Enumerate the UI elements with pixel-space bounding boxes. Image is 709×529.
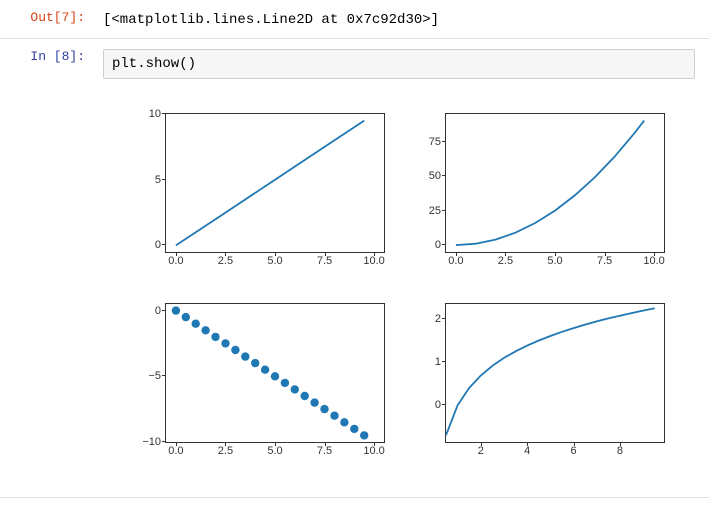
scatter-point	[221, 339, 229, 347]
y-tick-label: 25	[429, 205, 446, 217]
x-tick-label: 10.0	[643, 252, 664, 267]
scatter-point	[310, 398, 318, 406]
output-body: [<matplotlib.lines.Line2D at 0x7c92d30>]	[95, 6, 709, 32]
plot-canvas	[166, 304, 384, 442]
x-tick-label: 0.0	[168, 252, 183, 267]
y-tick-label: 10	[149, 108, 166, 120]
figure-output: 0.02.55.07.510.00510 0.02.55.07.510.0025…	[95, 95, 709, 491]
subplot-bottom-right: 2468012	[445, 303, 665, 443]
subplot-top-right: 0.02.55.07.510.00255075	[445, 113, 665, 253]
scatter-point	[330, 412, 338, 420]
x-tick-label: 5.0	[267, 252, 282, 267]
scatter-point	[281, 379, 289, 387]
x-tick-label: 2.5	[498, 252, 513, 267]
y-tick-label: 0	[435, 239, 446, 251]
y-tick-label: 2	[435, 313, 446, 325]
scatter-point	[261, 366, 269, 374]
x-tick-label: 7.5	[597, 252, 612, 267]
scatter-point	[301, 392, 309, 400]
scatter-point	[251, 359, 259, 367]
x-tick-label: 0.0	[448, 252, 463, 267]
output-text: [<matplotlib.lines.Line2D at 0x7c92d30>]	[103, 10, 701, 28]
y-tick-label: 0	[155, 239, 166, 251]
x-tick-label: 5.0	[547, 252, 562, 267]
x-tick-label: 10.0	[363, 442, 384, 457]
plot-canvas	[446, 304, 664, 442]
x-tick-label: 0.0	[168, 442, 183, 457]
scatter-point	[350, 425, 358, 433]
x-tick-label: 8	[617, 442, 623, 457]
output-cell-7: Out[7]: [<matplotlib.lines.Line2D at 0x7…	[0, 0, 709, 39]
y-tick-label: 5	[155, 174, 166, 186]
x-tick-label: 7.5	[317, 442, 332, 457]
scatter-point	[172, 306, 180, 314]
display-cell: 0.02.55.07.510.00510 0.02.55.07.510.0025…	[0, 89, 709, 498]
line-series	[446, 308, 655, 435]
y-tick-label: −5	[148, 370, 166, 382]
subplot-top-left: 0.02.55.07.510.00510	[165, 113, 385, 253]
y-tick-label: 0	[155, 305, 166, 317]
scatter-point	[231, 346, 239, 354]
code-input[interactable]: plt.show()	[103, 49, 695, 79]
subplot-bottom-left: 0.02.55.07.510.0−10−50	[165, 303, 385, 443]
plot-canvas	[166, 114, 384, 252]
y-tick-label: 1	[435, 356, 446, 368]
scatter-point	[340, 418, 348, 426]
scatter-point	[360, 431, 368, 439]
x-tick-label: 6	[570, 442, 576, 457]
x-tick-label: 5.0	[267, 442, 282, 457]
scatter-point	[201, 326, 209, 334]
line-series	[176, 121, 364, 246]
scatter-point	[192, 320, 200, 328]
scatter-point	[271, 372, 279, 380]
line-series	[456, 121, 644, 246]
x-tick-label: 10.0	[363, 252, 384, 267]
display-prompt-spacer	[0, 95, 95, 491]
subplot-grid: 0.02.55.07.510.00510 0.02.55.07.510.0025…	[120, 103, 680, 483]
input-prompt: In [8]:	[0, 45, 95, 83]
output-prompt: Out[7]:	[0, 6, 95, 32]
scatter-point	[211, 333, 219, 341]
x-tick-label: 2.5	[218, 442, 233, 457]
scatter-point	[320, 405, 328, 413]
input-body: plt.show()	[95, 45, 709, 83]
x-tick-label: 4	[524, 442, 530, 457]
scatter-point	[291, 385, 299, 393]
x-tick-label: 7.5	[317, 252, 332, 267]
input-cell-8: In [8]: plt.show()	[0, 39, 709, 89]
y-tick-label: 50	[429, 170, 446, 182]
x-tick-label: 2.5	[218, 252, 233, 267]
y-tick-label: −10	[142, 436, 166, 448]
y-tick-label: 75	[429, 136, 446, 148]
plot-canvas	[446, 114, 664, 252]
y-tick-label: 0	[435, 399, 446, 411]
x-tick-label: 2	[478, 442, 484, 457]
scatter-point	[241, 352, 249, 360]
scatter-point	[182, 313, 190, 321]
